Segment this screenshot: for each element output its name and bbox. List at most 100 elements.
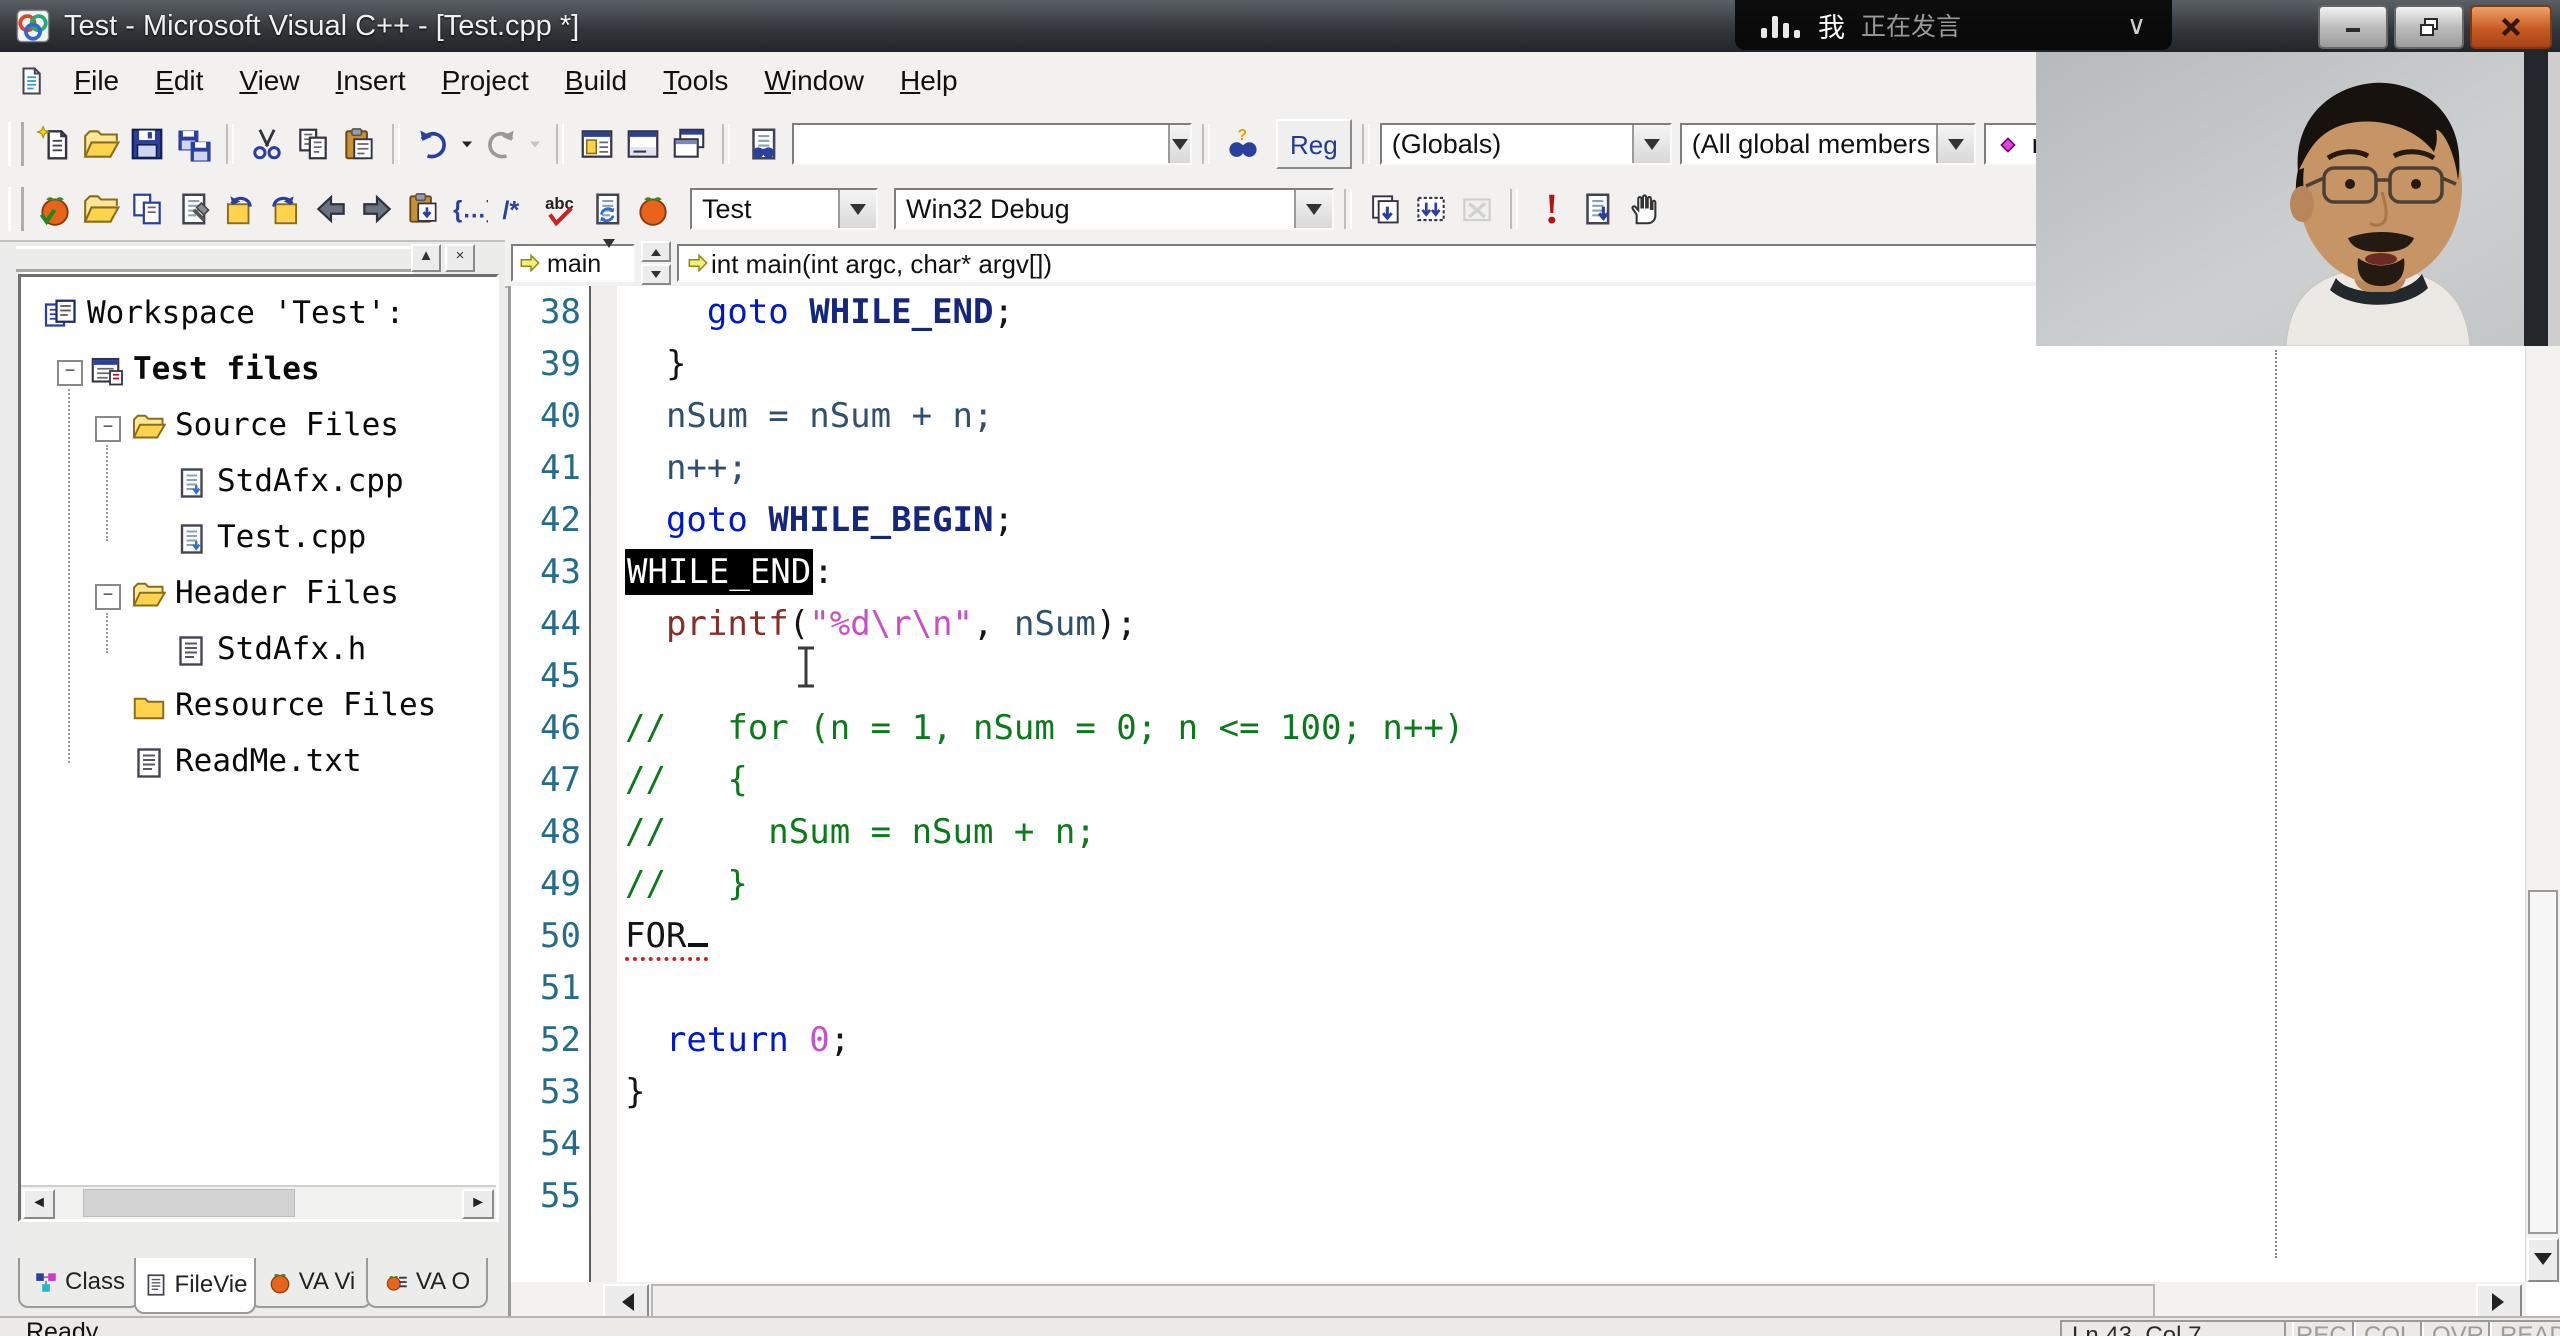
code-line[interactable]: 41 n++;: [511, 442, 2526, 494]
tree-item-stdafx-h[interactable]: StdAfx.h: [21, 623, 496, 679]
menu-window[interactable]: Window: [746, 59, 882, 102]
code-line[interactable]: 44 printf("%d\r\n", nSum);: [511, 598, 2526, 650]
menu-edit[interactable]: Edit: [137, 59, 221, 102]
code-line[interactable]: 43 WHILE_END:: [511, 546, 2526, 598]
regex-button[interactable]: Reg: [1276, 119, 1352, 169]
va-open-file-icon[interactable]: [32, 186, 78, 232]
menu-help[interactable]: Help: [882, 59, 976, 102]
dropdown-icon[interactable]: [456, 121, 478, 167]
workspace-tab-va-o[interactable]: VA O: [366, 1258, 488, 1308]
tree-expand-icon[interactable]: −: [95, 416, 121, 442]
menu-build[interactable]: Build: [547, 59, 645, 102]
code-line[interactable]: 48 // nSum = nSum + n;: [511, 806, 2526, 858]
nav-back-icon[interactable]: [308, 186, 354, 232]
comment-icon[interactable]: /*: [492, 186, 538, 232]
insert-breakpoint-icon[interactable]: [1620, 186, 1666, 232]
windows-icon[interactable]: [666, 121, 712, 167]
va-scope-dropdown[interactable]: [603, 238, 631, 284]
braces-icon[interactable]: {…}: [446, 186, 492, 232]
code-area[interactable]: 38 goto WHILE_END; 39 } 40 nSum = nSum + n…: [511, 286, 2526, 1282]
project-combo[interactable]: Test: [690, 188, 878, 230]
va-tomato-icon[interactable]: [630, 186, 676, 232]
refresh-doc-icon[interactable]: [584, 186, 630, 232]
toolbar-grip[interactable]: [8, 122, 24, 166]
vscroll-thumb[interactable]: [2528, 890, 2558, 1234]
va-scope-combo[interactable]: main: [511, 238, 635, 284]
scroll-left-button[interactable]: [603, 1284, 649, 1320]
document-window-icon[interactable]: [16, 66, 46, 96]
configuration-combo-dropdown[interactable]: [1294, 190, 1332, 228]
toolbar-grip[interactable]: [8, 187, 24, 231]
code-line[interactable]: 50 FOR: [511, 910, 2526, 962]
scroll-down-button[interactable]: [2527, 1238, 2559, 1282]
new-file-icon[interactable]: [32, 121, 78, 167]
tree-item-test-cpp[interactable]: Test.cpp: [21, 511, 496, 567]
tree-item-source-files[interactable]: − Source Files: [21, 399, 496, 455]
va-find-ref-icon[interactable]: [170, 186, 216, 232]
nav-forward-icon[interactable]: [354, 186, 400, 232]
menu-project[interactable]: Project: [424, 59, 547, 102]
find-in-doc-icon[interactable]: [740, 121, 786, 167]
minimize-button[interactable]: [2318, 5, 2388, 49]
wizardbar-members-combo[interactable]: (All global members: [1679, 123, 1976, 165]
scroll-left-icon[interactable]: ◄: [23, 1189, 55, 1219]
paste-special-icon[interactable]: [400, 186, 446, 232]
go-icon[interactable]: [1574, 186, 1620, 232]
code-line[interactable]: 55: [511, 1170, 2526, 1222]
spell-check-icon[interactable]: abc: [538, 186, 584, 232]
panel-gripper[interactable]: [16, 246, 416, 272]
code-line[interactable]: 47 // {: [511, 754, 2526, 806]
chevron-down-icon[interactable]: ∨: [2127, 10, 2146, 41]
save-icon[interactable]: [124, 121, 170, 167]
code-line[interactable]: 49 // }: [511, 858, 2526, 910]
menu-tools[interactable]: Tools: [645, 59, 746, 102]
menu-file[interactable]: File: [56, 59, 137, 102]
find-combobox[interactable]: [792, 123, 1192, 165]
stop-build-disabled-icon[interactable]: [1454, 186, 1500, 232]
code-line[interactable]: 51: [511, 962, 2526, 1014]
dropdown-disabled-icon[interactable]: [524, 121, 546, 167]
va-folder-icon[interactable]: [78, 186, 124, 232]
panel-close-button[interactable]: ×: [445, 244, 475, 272]
tree-expand-icon[interactable]: −: [57, 360, 83, 386]
wizardbar-class-combo[interactable]: (Globals): [1379, 123, 1672, 165]
spinner-down-icon[interactable]: [641, 264, 671, 285]
tree-item-readme-txt[interactable]: ReadMe.txt: [21, 735, 496, 791]
workspace-hscroll-thumb[interactable]: [83, 1189, 295, 1217]
workspace-tab-filevie[interactable]: FileVie: [134, 1258, 256, 1314]
members-combo-dropdown[interactable]: [1935, 125, 1974, 163]
copy-icon[interactable]: [290, 121, 336, 167]
execute-program-icon[interactable]: [1528, 186, 1574, 232]
paste-icon[interactable]: [336, 121, 382, 167]
code-line[interactable]: 40 nSum = nSum + n;: [511, 390, 2526, 442]
open-file-icon[interactable]: [78, 121, 124, 167]
find-input[interactable]: [794, 125, 1168, 163]
tree-item-header-files[interactable]: − Header Files: [21, 567, 496, 623]
workspace-pane-icon[interactable]: [574, 121, 620, 167]
tree-item-stdafx-cpp[interactable]: StdAfx.cpp: [21, 455, 496, 511]
spinner-up-icon[interactable]: [641, 241, 671, 262]
cut-icon[interactable]: [244, 121, 290, 167]
workspace-tab-class[interactable]: Class: [18, 1258, 140, 1308]
editor-vscrollbar[interactable]: [2525, 286, 2560, 1282]
tree-item-resource-files[interactable]: Resource Files: [21, 679, 496, 735]
code-line[interactable]: 42 goto WHILE_BEGIN;: [511, 494, 2526, 546]
project-combo-dropdown[interactable]: [838, 190, 876, 228]
va-undo-file-icon[interactable]: [216, 186, 262, 232]
restore-button[interactable]: [2394, 5, 2464, 49]
find-dropdown-button[interactable]: [1168, 125, 1190, 163]
hscroll-thumb[interactable]: [651, 1284, 2155, 1320]
workspace-tab-va-vi[interactable]: VA Vi: [250, 1258, 372, 1308]
undo-icon[interactable]: [410, 121, 456, 167]
va-doc-pair-icon[interactable]: [124, 186, 170, 232]
tree-item-workspace-test-[interactable]: Workspace 'Test':: [21, 287, 496, 343]
panel-collapse-button[interactable]: ▲: [411, 244, 441, 272]
configuration-combo[interactable]: Win32 Debug: [894, 188, 1334, 230]
editor-hscrollbar[interactable]: [511, 1282, 2526, 1320]
compile-icon[interactable]: [1362, 186, 1408, 232]
find-in-files-icon[interactable]: ?: [1220, 121, 1266, 167]
workspace-hscrollbar[interactable]: ◄ ►: [21, 1185, 496, 1219]
va-redo-file-icon[interactable]: [262, 186, 308, 232]
va-scope-spinner[interactable]: [641, 241, 671, 285]
redo-disabled-icon[interactable]: [478, 121, 524, 167]
